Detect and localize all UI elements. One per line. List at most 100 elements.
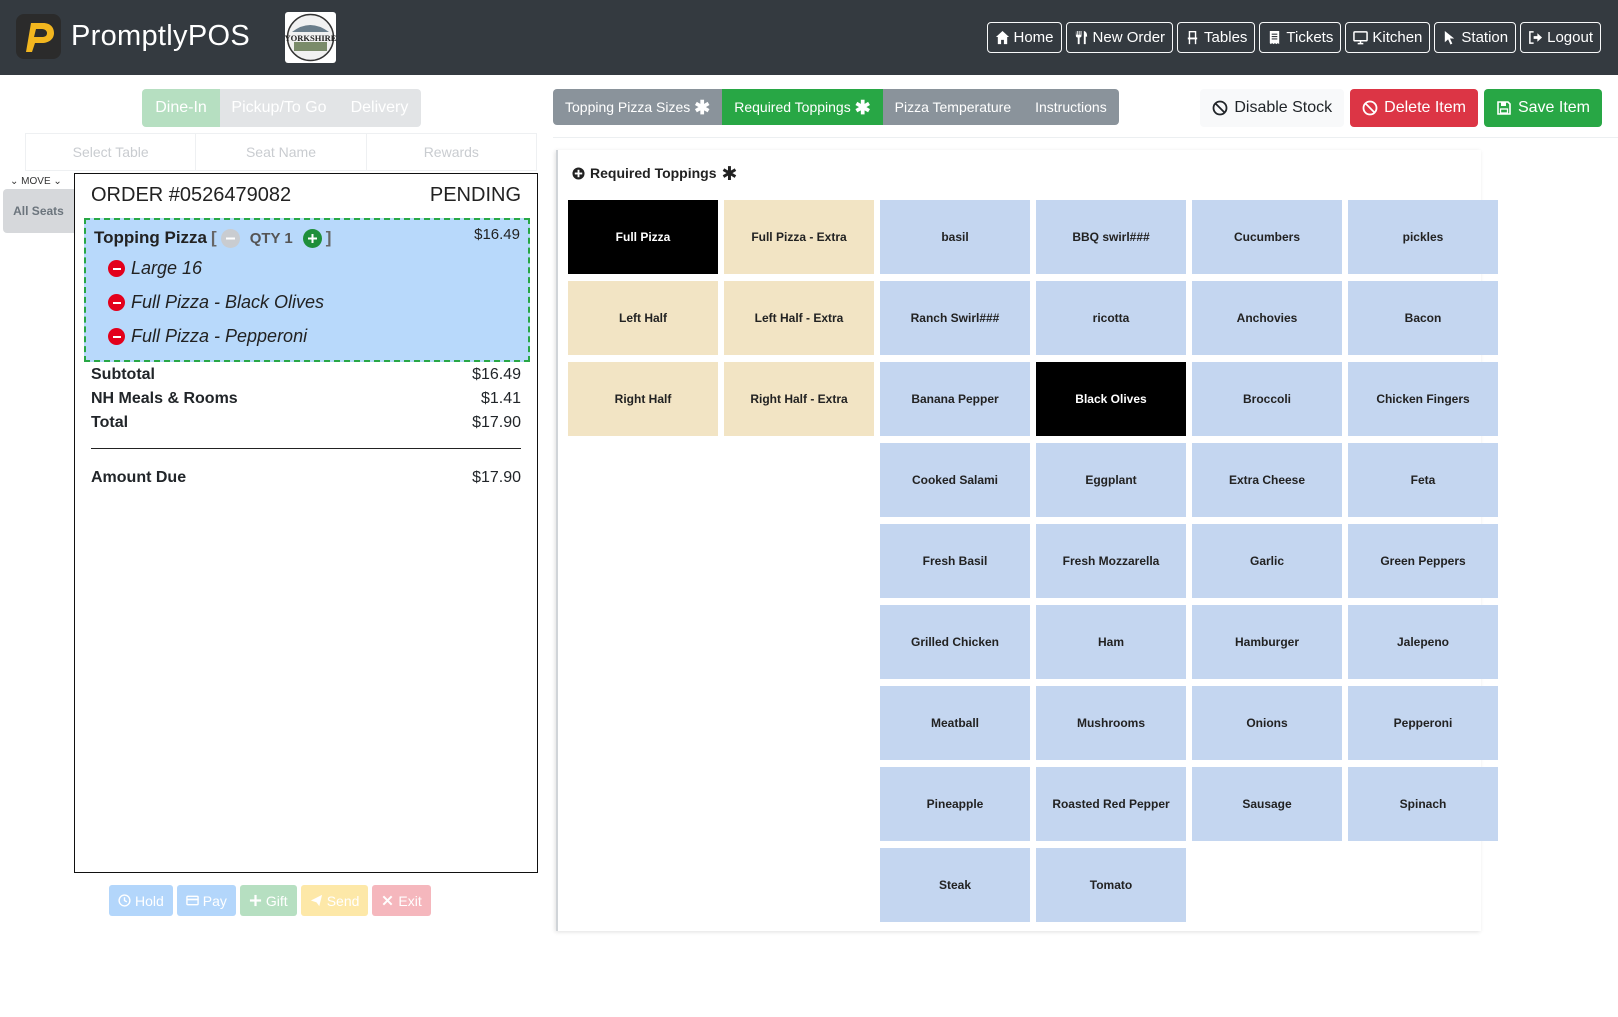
chevron-down-icon: ⌄ xyxy=(10,176,19,187)
toppings-grid: Full Pizza Full Pizza - Extra Left Half Lef… xyxy=(568,200,1498,940)
gift-button[interactable]: Gift xyxy=(239,885,297,916)
topping-button[interactable]: Jalepeno xyxy=(1348,605,1498,679)
topping-button[interactable]: Onions xyxy=(1192,686,1342,760)
order-subbar: Select Table Seat Name Rewards xyxy=(25,133,537,171)
topping-button[interactable]: Black Olives xyxy=(1036,362,1186,436)
topping-button[interactable]: pickles xyxy=(1348,200,1498,274)
topping-button[interactable]: Pepperoni xyxy=(1348,686,1498,760)
topping-button[interactable]: Meatball xyxy=(880,686,1030,760)
order-type-pickup[interactable]: Pickup/To Go xyxy=(220,89,338,127)
select-table-button[interactable]: Select Table xyxy=(26,134,197,170)
order-ticket: ORDER #0526479082 PENDING Topping Pizza … xyxy=(74,173,538,873)
disable-stock-button[interactable]: Disable Stock xyxy=(1200,89,1345,127)
nav-tables-button[interactable]: Tables xyxy=(1177,22,1256,53)
nav-station-button[interactable]: Station xyxy=(1434,22,1517,53)
exit-button[interactable]: Exit xyxy=(372,885,431,916)
amount-due-value: $17.90 xyxy=(472,469,521,486)
tab-topping-pizza-sizes[interactable]: Topping Pizza Sizes ✱ xyxy=(553,89,723,125)
brand[interactable]: PromptlyPOS xyxy=(16,14,250,59)
topping-button[interactable]: Tomato xyxy=(1036,848,1186,922)
topping-button[interactable]: Bacon xyxy=(1348,281,1498,355)
topping-button[interactable]: Spinach xyxy=(1348,767,1498,841)
placement-button[interactable]: Right Half - Extra xyxy=(724,362,874,436)
tab-pizza-temperature[interactable]: Pizza Temperature xyxy=(882,89,1024,125)
partner-logo: YORKSHIRE xyxy=(285,12,336,63)
nav-kitchen-button[interactable]: Kitchen xyxy=(1345,22,1431,53)
chair-icon xyxy=(1187,30,1198,45)
order-line-item[interactable]: Topping Pizza [ QTY 1 ] $16.49 Large 16 … xyxy=(84,218,530,362)
topping-button[interactable]: Roasted Red Pepper xyxy=(1036,767,1186,841)
save-item-button[interactable]: Save Item xyxy=(1483,89,1602,127)
topping-button[interactable]: BBQ swirl### xyxy=(1036,200,1186,274)
increase-qty-button[interactable] xyxy=(302,228,322,248)
topping-button[interactable]: Mushrooms xyxy=(1036,686,1186,760)
total-row: Total $17.90 xyxy=(91,414,521,432)
decrease-qty-button[interactable] xyxy=(220,228,240,248)
topping-button[interactable]: Cooked Salami xyxy=(880,443,1030,517)
placement-button[interactable]: Full Pizza - Extra xyxy=(724,200,874,274)
hold-button[interactable]: Hold xyxy=(109,885,173,916)
minus-icon xyxy=(112,335,121,338)
topping-button[interactable]: Broccoli xyxy=(1192,362,1342,436)
nav-home-button[interactable]: Home xyxy=(986,22,1062,53)
remove-modifier-button[interactable] xyxy=(108,328,125,345)
topping-button[interactable]: ricotta xyxy=(1036,281,1186,355)
topping-button[interactable]: Grilled Chicken xyxy=(880,605,1030,679)
order-type-dine-in[interactable]: Dine-In xyxy=(142,89,220,127)
main-nav: Home New Order Tables Tickets Kitchen St… xyxy=(986,22,1601,53)
gift-label: Gift xyxy=(265,892,288,909)
seat-name-field[interactable]: Seat Name xyxy=(196,134,367,170)
remove-modifier-button[interactable] xyxy=(108,260,125,277)
all-seats-tab[interactable]: All Seats xyxy=(3,189,74,233)
topping-button[interactable]: Cucumbers xyxy=(1192,200,1342,274)
topping-button[interactable]: Green Peppers xyxy=(1348,524,1498,598)
amount-due-label: Amount Due xyxy=(91,469,187,486)
topping-button[interactable]: Ranch Swirl### xyxy=(880,281,1030,355)
topping-button[interactable]: Chicken Fingers xyxy=(1348,362,1498,436)
brand-logo-icon xyxy=(16,14,61,59)
required-asterisk-icon: ✱ xyxy=(721,164,738,185)
topping-button[interactable]: Pineapple xyxy=(880,767,1030,841)
nav-logout-button[interactable]: Logout xyxy=(1520,22,1601,53)
item-qty: QTY 1 xyxy=(249,229,293,247)
send-button[interactable]: Send xyxy=(300,885,369,916)
topping-button[interactable]: Anchovies xyxy=(1192,281,1342,355)
order-type-delivery[interactable]: Delivery xyxy=(338,89,421,127)
topping-button[interactable]: Eggplant xyxy=(1036,443,1186,517)
topping-button[interactable]: Feta xyxy=(1348,443,1498,517)
move-seats-toggle[interactable]: ⌄ MOVE ⌄ xyxy=(10,176,62,187)
brand-name: PromptlyPOS xyxy=(71,20,250,52)
topping-button[interactable]: basil xyxy=(880,200,1030,274)
utensils-icon xyxy=(1075,30,1087,45)
rewards-button[interactable]: Rewards xyxy=(367,134,536,170)
placement-button[interactable]: Full Pizza xyxy=(568,200,718,274)
qty-close-bracket: ] xyxy=(325,228,332,247)
delete-item-button[interactable]: Delete Item xyxy=(1350,89,1478,127)
topping-button[interactable]: Fresh Basil xyxy=(880,524,1030,598)
minus-icon xyxy=(112,301,121,304)
ticket-header: ORDER #0526479082 PENDING xyxy=(91,184,521,207)
required-asterisk-icon: ✱ xyxy=(854,98,871,119)
save-icon xyxy=(1497,101,1511,115)
topping-button[interactable]: Extra Cheese xyxy=(1192,443,1342,517)
nav-new-order-button[interactable]: New Order xyxy=(1065,22,1174,53)
pay-button[interactable]: Pay xyxy=(176,885,236,916)
item-title-row: Topping Pizza [ QTY 1 ] xyxy=(94,228,331,248)
placement-button[interactable]: Right Half xyxy=(568,362,718,436)
topping-button[interactable]: Steak xyxy=(880,848,1030,922)
remove-modifier-button[interactable] xyxy=(108,294,125,311)
tab-required-toppings[interactable]: Required Toppings ✱ xyxy=(722,89,883,125)
home-icon xyxy=(995,30,1009,45)
ban-icon xyxy=(1362,100,1378,116)
topping-button[interactable]: Banana Pepper xyxy=(880,362,1030,436)
topping-button[interactable]: Garlic xyxy=(1192,524,1342,598)
placement-button[interactable]: Left Half - Extra xyxy=(724,281,874,355)
tab-instructions[interactable]: Instructions xyxy=(1023,89,1119,125)
topping-button[interactable]: Hamburger xyxy=(1192,605,1342,679)
tab-label: Required Toppings xyxy=(734,99,851,115)
topping-button[interactable]: Ham xyxy=(1036,605,1186,679)
topping-button[interactable]: Fresh Mozzarella xyxy=(1036,524,1186,598)
nav-tickets-button[interactable]: Tickets xyxy=(1259,22,1342,53)
placement-button[interactable]: Left Half xyxy=(568,281,718,355)
topping-button[interactable]: Sausage xyxy=(1192,767,1342,841)
